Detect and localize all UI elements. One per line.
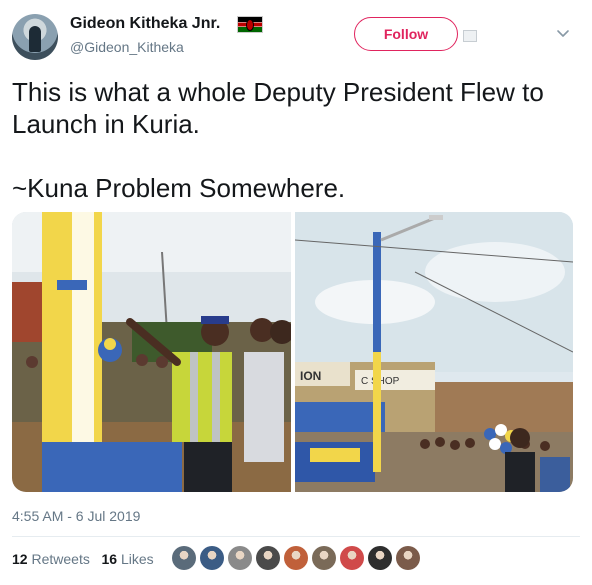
likes-count[interactable]: 16 — [102, 551, 118, 567]
liker-avatar[interactable] — [312, 546, 336, 570]
liker-avatar[interactable] — [284, 546, 308, 570]
author-name[interactable]: Gideon Kitheka Jnr. — [70, 15, 220, 33]
liker-avatar[interactable] — [172, 546, 196, 570]
verified-placeholder-icon — [463, 30, 477, 42]
tweet-text-line-2: ~Kuna Problem Somewhere. — [12, 173, 346, 203]
liker-avatar[interactable] — [340, 546, 364, 570]
liker-avatar[interactable] — [200, 546, 224, 570]
photo-left-scene — [12, 212, 291, 492]
liker-avatar[interactable] — [256, 546, 280, 570]
author-avatar[interactable] — [12, 14, 58, 60]
retweets-count[interactable]: 12 — [12, 551, 28, 567]
chevron-down-icon[interactable] — [556, 26, 570, 40]
tweet-header: Gideon Kitheka Jnr. @Gideon_Kitheka Foll… — [0, 0, 592, 64]
tweet-stats: 12 Retweets 16 Likes — [12, 551, 154, 567]
photo-right[interactable]: ION C SHOP — [295, 212, 573, 492]
tweet-media: ION C SHOP — [12, 212, 573, 492]
photo-right-scene: ION C SHOP — [295, 212, 573, 492]
divider — [12, 536, 580, 537]
author-handle[interactable]: @Gideon_Kitheka — [70, 39, 184, 55]
liker-avatars — [172, 546, 420, 570]
sign-text-1: ION — [300, 369, 321, 383]
liker-avatar[interactable] — [368, 546, 392, 570]
retweets-label[interactable]: Retweets — [31, 551, 89, 567]
follow-button[interactable]: Follow — [354, 17, 458, 51]
liker-avatar[interactable] — [396, 546, 420, 570]
tweet-text: This is what a whole Deputy President Fl… — [12, 76, 582, 204]
kenya-flag-icon — [237, 16, 263, 33]
photo-left[interactable] — [12, 212, 291, 492]
likes-label[interactable]: Likes — [121, 551, 154, 567]
liker-avatar[interactable] — [228, 546, 252, 570]
tweet-timestamp[interactable]: 4:55 AM - 6 Jul 2019 — [12, 508, 140, 524]
tweet-text-line-1: This is what a whole Deputy President Fl… — [12, 77, 544, 139]
